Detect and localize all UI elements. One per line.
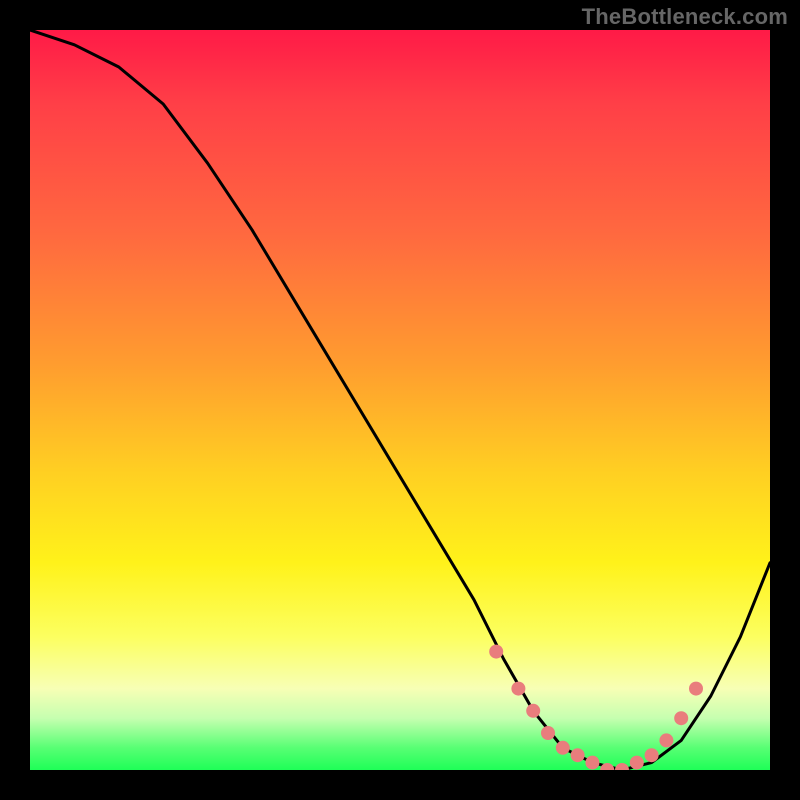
marker-point — [585, 756, 599, 770]
marker-point — [645, 748, 659, 762]
plot-area — [30, 30, 770, 770]
marker-point — [526, 704, 540, 718]
marker-point — [571, 748, 585, 762]
highlighted-points — [489, 645, 703, 770]
marker-point — [659, 733, 673, 747]
marker-point — [489, 645, 503, 659]
marker-point — [556, 741, 570, 755]
curve-layer — [30, 30, 770, 770]
marker-point — [615, 763, 629, 770]
marker-point — [689, 682, 703, 696]
marker-point — [541, 726, 555, 740]
watermark-text: TheBottleneck.com — [582, 4, 788, 30]
marker-point — [630, 756, 644, 770]
bottleneck-curve — [30, 30, 770, 770]
marker-point — [511, 682, 525, 696]
marker-point — [674, 711, 688, 725]
chart-frame: TheBottleneck.com — [0, 0, 800, 800]
marker-point — [600, 763, 614, 770]
